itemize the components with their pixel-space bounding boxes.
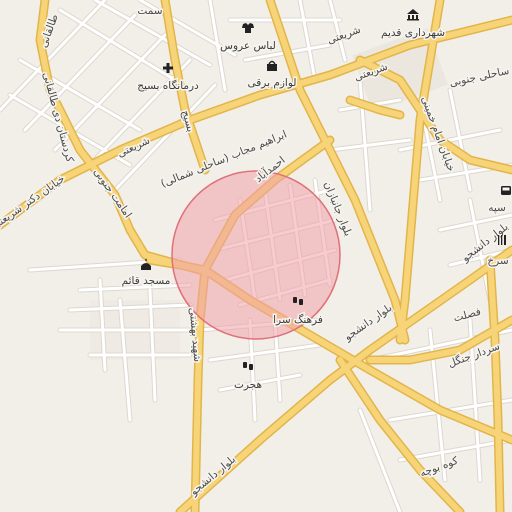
poi-label: درمانگاه بسیج [137,79,199,92]
street-label: سرخ [487,255,508,267]
poi-label: فرهنگ سرا [273,313,323,326]
poi-label: لوازم برقی [248,77,297,89]
restaurant-icon [498,235,506,245]
poi-label: مسجد قائم [122,275,171,287]
poi-label: هجرت [234,379,262,391]
map-view[interactable]: سمت شریعتی شریعتی شریعتی طالقانی کردستان… [0,0,512,512]
poi-label: شهرداری قدیم [381,27,445,39]
street-label: سپه [488,202,506,214]
poi-label: لباس عروس [220,40,276,52]
bus-icon [501,186,511,195]
poi-bus-station[interactable] [501,186,511,195]
street-label: سمت [137,5,162,17]
poi-restaurant[interactable] [498,235,506,245]
